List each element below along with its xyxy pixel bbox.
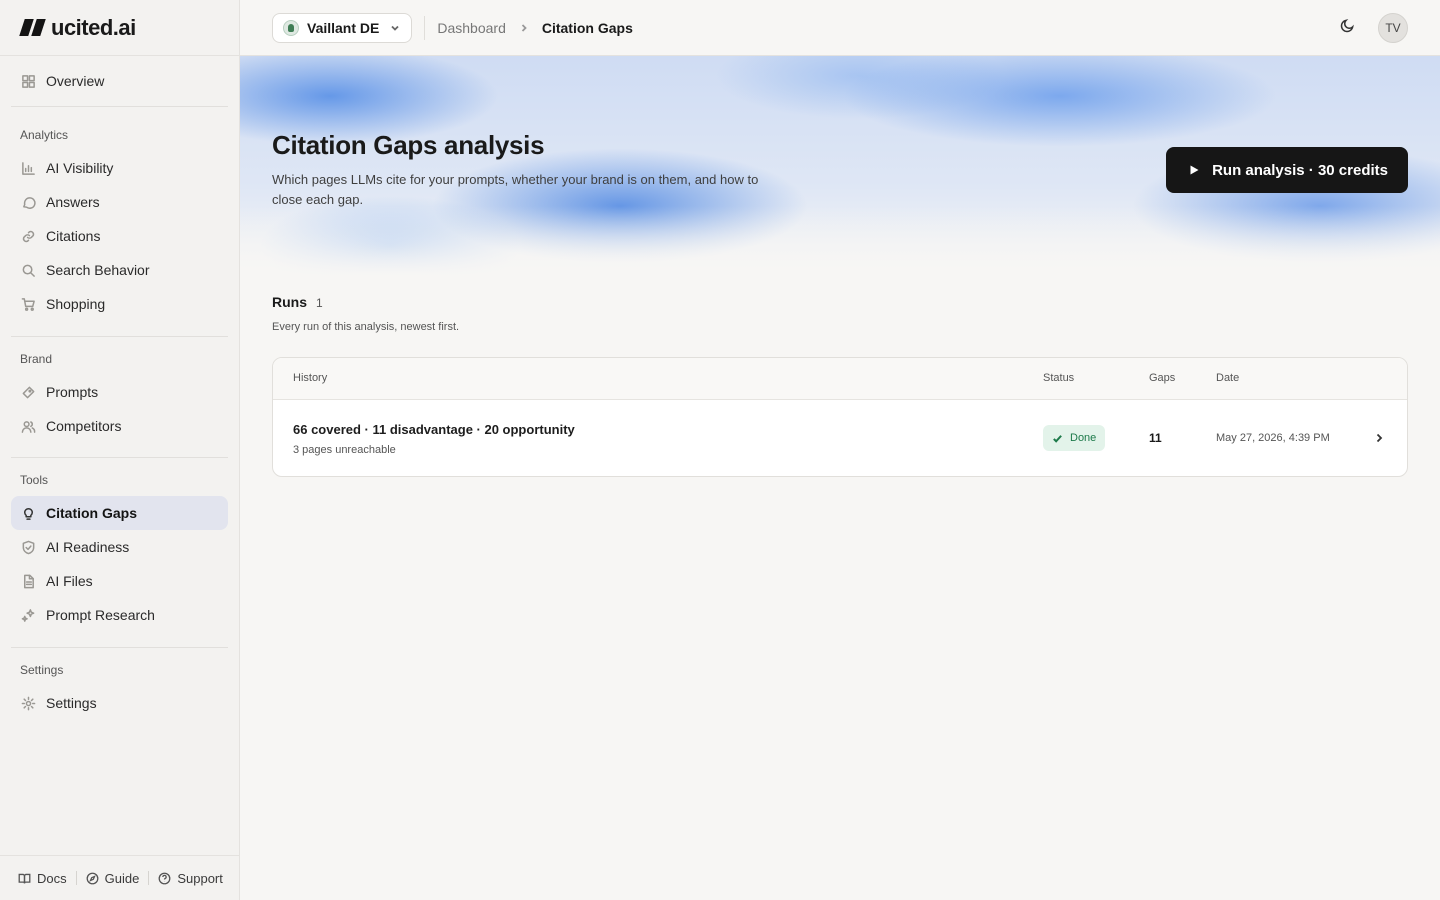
play-icon <box>1190 165 1199 175</box>
sidebar-item-citations[interactable]: Citations <box>11 219 228 253</box>
breadcrumb-dashboard[interactable]: Dashboard <box>437 20 506 36</box>
project-logo-icon <box>283 19 299 36</box>
sidebar-item-label: AI Files <box>46 573 93 589</box>
lightbulb-icon <box>24 507 33 520</box>
sidebar-item-overview[interactable]: Overview <box>11 64 228 98</box>
link-icon <box>22 230 35 242</box>
footer-docs-link[interactable]: Docs <box>18 871 67 886</box>
page-title: Citation Gaps analysis <box>272 130 545 160</box>
topbar: Vaillant DE Dashboard Citation Gaps TV <box>240 0 1440 56</box>
sidebar-item-label: Citation Gaps <box>46 505 138 521</box>
sidebar-item-label: Citations <box>46 228 101 244</box>
search-icon <box>22 264 35 277</box>
tag-icon <box>22 386 35 398</box>
footer-docs-label: Docs <box>37 870 67 886</box>
sidebar-item-label: Search Behavior <box>46 262 150 278</box>
run-analysis-button[interactable]: Run analysis · 30 credits <box>1166 147 1408 193</box>
sidebar-item-label: AI Visibility <box>46 160 114 176</box>
run-summary: 66 covered · 11 disadvantage · 20 opport… <box>293 422 575 437</box>
sidebar-item-label: Settings <box>46 695 97 711</box>
hero-fade <box>240 206 1440 276</box>
avatar[interactable]: TV <box>1378 13 1408 43</box>
compass-icon <box>86 872 99 884</box>
footer-separator <box>75 871 77 885</box>
sidebar-item-competitors[interactable]: Competitors <box>11 409 228 443</box>
chevron-down-icon <box>391 25 399 31</box>
logo-text: ucited.ai <box>51 14 136 40</box>
sidebar-item-ai-files[interactable]: AI Files <box>11 564 228 598</box>
sidebar-footer: Docs Guide Support <box>0 855 239 900</box>
footer-support-label: Support <box>177 870 223 886</box>
sidebar-item-label: AI Readiness <box>46 539 130 555</box>
sidebar-item-label: Competitors <box>46 418 122 434</box>
column-header-history: History <box>293 372 328 384</box>
logo[interactable]: ucited.ai <box>0 0 239 56</box>
sidebar-item-citation-gaps[interactable]: Citation Gaps <box>11 496 228 530</box>
section-label-brand: Brand <box>20 352 53 366</box>
table-header: History Status Gaps Date <box>273 358 1407 400</box>
runs-header: Runs 1 <box>272 294 323 310</box>
sidebar-item-settings[interactable]: Settings <box>11 686 228 720</box>
footer-guide-link[interactable]: Guide <box>86 870 140 886</box>
sidebar-item-prompts[interactable]: Prompts <box>11 375 228 409</box>
section-label-analytics: Analytics <box>20 128 69 142</box>
column-header-gaps: Gaps <box>1149 372 1176 384</box>
sidebar-item-label: Answers <box>46 194 100 210</box>
footer-support-link[interactable]: Support <box>158 871 223 886</box>
project-switcher[interactable]: Vaillant DE <box>272 12 413 43</box>
sidebar-item-ai-visibility[interactable]: AI Visibility <box>11 151 228 185</box>
shield-check-icon <box>22 540 35 554</box>
runs-table: History Status Gaps Date 66 covered · 11… <box>272 357 1408 477</box>
run-date: May 27, 2026, 4:39 PM <box>1216 432 1330 444</box>
topbar-separator <box>424 15 426 40</box>
runs-title: Runs <box>272 294 307 310</box>
book-icon <box>18 873 31 884</box>
check-icon <box>1053 434 1062 443</box>
table-row[interactable]: 66 covered · 11 disadvantage · 20 opport… <box>273 400 1407 476</box>
sidebar: ucited.ai Overview Analytics AI Visibili… <box>0 0 240 900</box>
breadcrumb-current: Citation Gaps <box>541 19 633 36</box>
sidebar-item-label: Prompts <box>46 384 99 400</box>
footer-separator <box>148 871 150 885</box>
status-label: Done <box>1070 432 1097 444</box>
hero-banner: Citation Gaps analysis Which pages LLMs … <box>240 56 1440 276</box>
cart-icon <box>21 297 35 311</box>
help-circle-icon <box>158 872 171 884</box>
grid-icon <box>22 74 35 88</box>
status-badge: Done <box>1043 425 1106 451</box>
sidebar-item-prompt-research[interactable]: Prompt Research <box>11 598 228 632</box>
runs-description: Every run of this analysis, newest first… <box>272 321 460 333</box>
project-name: Vaillant DE <box>307 19 380 36</box>
sidebar-item-label: Overview <box>46 73 105 89</box>
page-subtitle: Which pages LLMs cite for your prompts, … <box>272 172 759 207</box>
gear-icon <box>21 696 36 710</box>
column-header-status: Status <box>1043 372 1075 384</box>
chevron-right-icon <box>521 23 527 32</box>
section-label-tools: Tools <box>20 473 49 487</box>
bar-chart-icon <box>22 161 35 175</box>
theme-toggle[interactable] <box>1340 18 1355 38</box>
file-icon <box>24 574 34 588</box>
moon-icon <box>1340 19 1354 33</box>
footer-guide-label: Guide <box>104 870 140 886</box>
run-detail: 3 pages unreachable <box>293 444 396 456</box>
chat-bubble-icon <box>23 196 36 209</box>
topbar-actions: TV <box>1340 13 1408 43</box>
sidebar-item-label: Shopping <box>46 296 106 312</box>
sidebar-item-label: Prompt Research <box>46 607 155 623</box>
section-label-settings: Settings <box>20 663 64 677</box>
column-header-date: Date <box>1216 372 1240 384</box>
chevron-right-icon[interactable] <box>1373 432 1385 444</box>
runs-count: 1 <box>316 296 323 310</box>
run-analysis-label: Run analysis · 30 credits <box>1212 161 1388 179</box>
sidebar-item-answers[interactable]: Answers <box>11 185 228 219</box>
sparkle-icon <box>21 608 35 622</box>
logo-mark-icon <box>19 19 46 36</box>
sidebar-item-search-behavior[interactable]: Search Behavior <box>11 253 228 287</box>
users-icon <box>21 420 36 433</box>
sidebar-item-ai-readiness[interactable]: AI Readiness <box>11 530 228 564</box>
sidebar-item-shopping[interactable]: Shopping <box>11 287 228 321</box>
gaps-count: 11 <box>1149 431 1162 445</box>
